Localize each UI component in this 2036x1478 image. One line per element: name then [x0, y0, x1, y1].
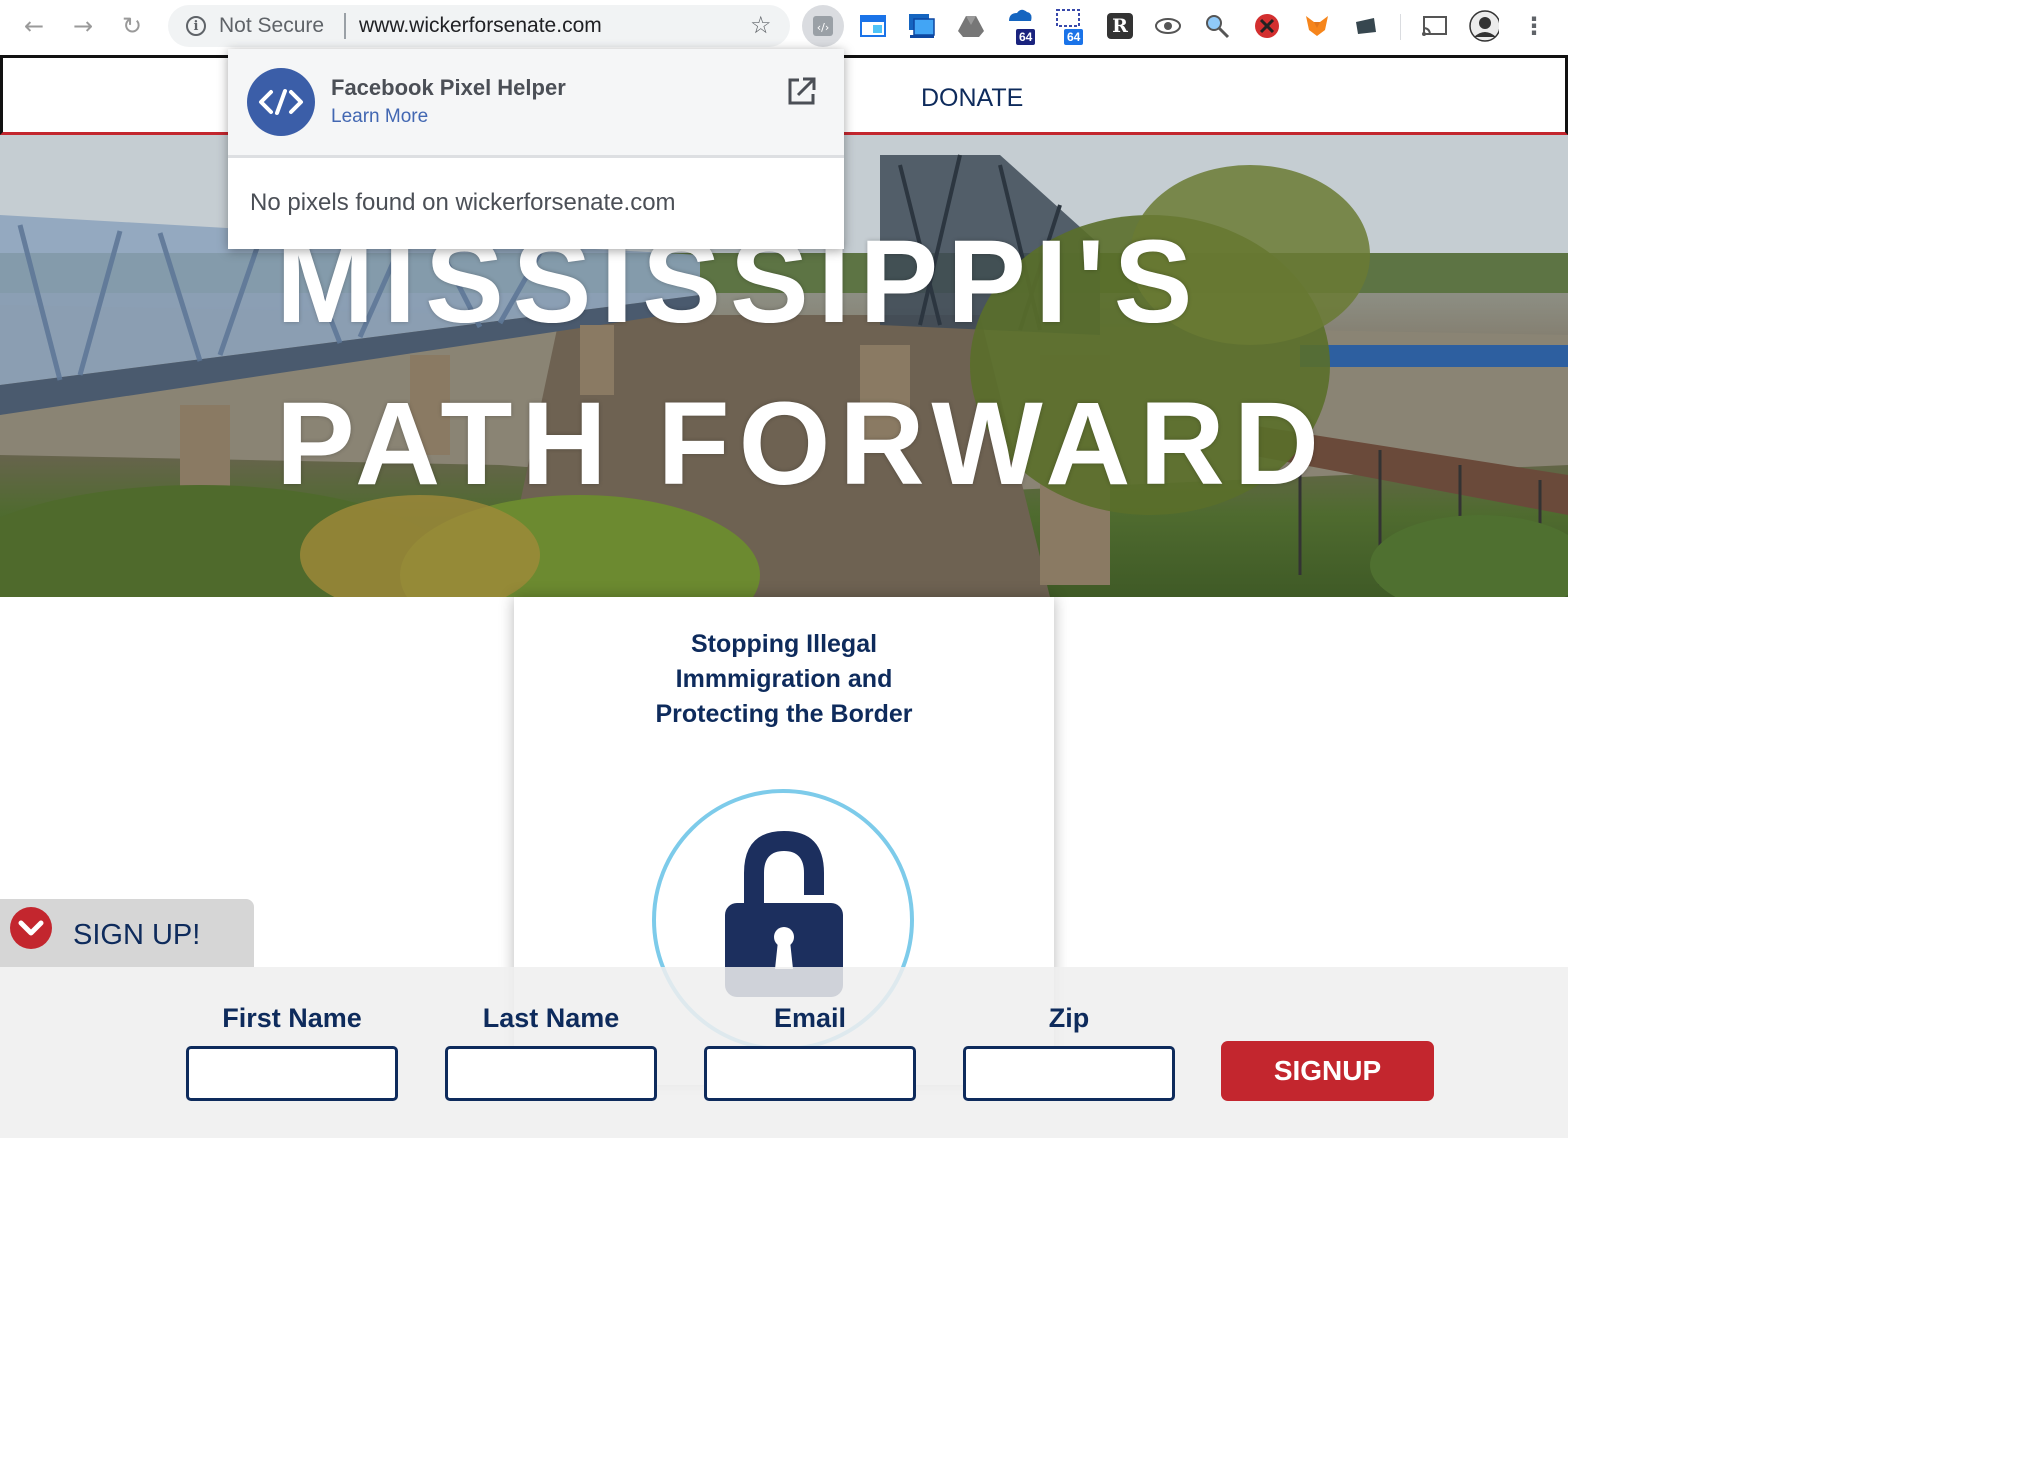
- cloud-extension-badge: 64: [1016, 29, 1036, 45]
- issue-card-title: Stopping Illegal Immmigration and Protec…: [514, 627, 1054, 732]
- email-label: Email: [773, 1003, 847, 1033]
- info-icon[interactable]: i: [186, 16, 206, 36]
- cast-icon[interactable]: [1420, 11, 1450, 41]
- chevron-down-icon: [10, 907, 52, 949]
- facebook-pixel-helper-button[interactable]: ‹/›: [802, 5, 844, 47]
- menu-icon[interactable]: ⋮: [1519, 11, 1549, 41]
- email-input[interactable]: [704, 1046, 916, 1101]
- first-name-label: First Name: [222, 1003, 362, 1033]
- cloud-extension-icon[interactable]: 64: [1005, 9, 1036, 45]
- learn-more-link[interactable]: Learn More: [331, 106, 428, 128]
- last-name-input[interactable]: [445, 1046, 657, 1101]
- browser-toolbar: ← → ↻ i Not Secure www.wickerforsenate.c…: [0, 0, 1568, 54]
- reload-button[interactable]: ↻: [116, 10, 148, 42]
- zip-label: Zip: [1048, 1003, 1090, 1033]
- address-bar[interactable]: i Not Secure www.wickerforsenate.com ☆: [168, 5, 790, 47]
- pixel-helper-logo-icon: [247, 68, 315, 136]
- signup-toggle-tab[interactable]: SIGN UP!: [0, 899, 254, 967]
- profile-avatar[interactable]: [1469, 10, 1499, 42]
- signup-button[interactable]: SIGNUP: [1221, 1041, 1434, 1101]
- network-extension-badge: 64: [1064, 29, 1084, 45]
- signup-tab-label: SIGN UP!: [73, 919, 201, 951]
- bookmark-star-icon[interactable]: ☆: [750, 11, 772, 39]
- eye-icon[interactable]: [1153, 11, 1183, 41]
- issue-title-line-2: Immmigration and: [675, 665, 893, 693]
- fox-icon[interactable]: [1302, 11, 1332, 41]
- issue-title-line-3: Protecting the Border: [655, 700, 913, 728]
- screen-capture-icon[interactable]: [907, 11, 937, 41]
- blocker-icon[interactable]: [1252, 11, 1282, 41]
- last-name-label: Last Name: [482, 1003, 620, 1033]
- window-icon[interactable]: [858, 11, 888, 41]
- issue-title-line-1: Stopping Illegal: [690, 630, 878, 658]
- no-pixels-message: No pixels found on wickerforsenate.com: [250, 189, 676, 216]
- facebook-pixel-helper-icon: ‹/›: [813, 16, 833, 36]
- external-link-icon[interactable]: [786, 75, 818, 107]
- forward-button[interactable]: →: [67, 10, 99, 42]
- donate-link[interactable]: DONATE: [921, 84, 1023, 113]
- search-extension-icon[interactable]: [1202, 11, 1232, 41]
- popup-header: Facebook Pixel Helper Learn More: [228, 49, 844, 158]
- tag-icon[interactable]: [1351, 11, 1381, 41]
- back-button[interactable]: ←: [18, 10, 50, 42]
- security-label[interactable]: Not Secure: [219, 14, 324, 38]
- drive-icon[interactable]: [956, 11, 986, 41]
- readability-glyph: R: [1107, 13, 1133, 39]
- omnibox-divider: [344, 13, 346, 39]
- hero-heading-line-2: PATH FORWARD: [276, 378, 1328, 510]
- url-text[interactable]: www.wickerforsenate.com: [359, 14, 602, 38]
- svg-text:‹/›: ‹/›: [817, 21, 830, 34]
- network-extension-icon[interactable]: 64: [1054, 9, 1084, 45]
- popup-title: Facebook Pixel Helper: [331, 75, 566, 100]
- zip-input[interactable]: [963, 1046, 1175, 1101]
- first-name-input[interactable]: [186, 1046, 398, 1101]
- readability-icon[interactable]: R: [1105, 11, 1135, 41]
- pixel-helper-popup: Facebook Pixel Helper Learn More No pixe…: [228, 49, 844, 249]
- toolbar-divider: [1400, 14, 1401, 40]
